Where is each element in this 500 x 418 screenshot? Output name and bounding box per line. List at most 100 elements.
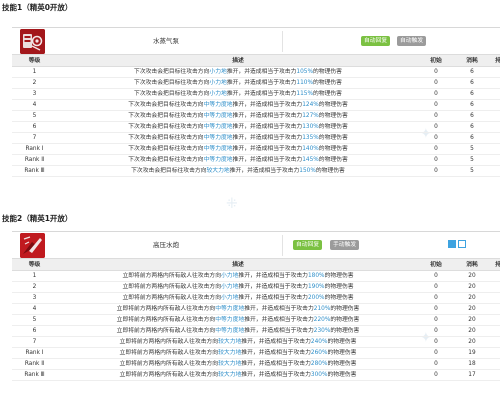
auto-trigger-tag: 自动触发 [397,36,427,46]
description-cell: 立即将前方两格内所有敌人往攻击方向中等力度地推开，并造成相当于攻击力210%的物… [62,304,414,315]
level-cell: 1 [32,273,37,279]
initial-cell: 0 [434,328,438,334]
level-cell: 4 [32,102,37,108]
damage-percent-text: 190% [307,284,325,290]
table-row: Rank Ⅲ 下次攻击会把目标往攻击方向较大力地推开，并造成相当于攻击力150%的… [12,166,500,177]
initial-cell: 0 [434,113,438,119]
cost-cell: 18 [468,361,476,367]
description-cell: 下次攻击会把目标往攻击方向小力地推开，并造成相当于攻击力110%的物理伤害 [62,78,414,89]
watermark-ornament: ⁜ [226,196,238,212]
damage-percent-text: 127% [302,113,319,119]
charge-filled-icon [448,240,456,248]
description-cell: 立即将前方两格内所有敌人往攻击方向中等力度地推开，并造成相当于攻击力230%的物… [62,326,414,337]
initial-cell: 0 [434,146,438,152]
cost-cell: 20 [468,295,476,301]
desc-suffix: 的物理伤害 [318,124,348,130]
desc-prefix: 立即将前方两格内所有敌人往攻击方向 [119,350,219,356]
level-cell: Rank Ⅰ [25,146,44,152]
level-cell: 5 [32,113,37,119]
push-force-text: 中等力度地 [215,328,245,334]
desc-suffix: 的物理伤害 [312,91,342,97]
push-force-text: 小力地 [221,284,239,290]
description-cell: 立即将前方两格内所有敌人往攻击方向小力地推开，并造成相当于攻击力200%的物理伤… [62,293,414,304]
initial-cell: 0 [434,102,438,108]
level-cell: 7 [32,339,37,345]
initial-cell: 0 [434,306,438,312]
push-force-text: 小力地 [209,91,227,97]
skill2-name: 高压水炮 [153,241,179,249]
push-force-text: 中等力度地 [203,124,233,130]
table-row: 6 下次攻击会把目标往攻击方向中等力度地推开，并造成相当于攻击力130%的物理伤害… [12,122,500,133]
divider [282,31,283,52]
desc-middle: 推开，并造成相当于攻击力 [244,328,314,334]
push-force-text: 小力地 [221,273,239,279]
desc-prefix: 下次攻击会把目标往攻击方向 [128,135,204,141]
description-cell: 下次攻击会把目标往攻击方向中等力度地推开，并造成相当于攻击力124%的物理伤害 [62,100,414,111]
desc-middle: 推开，并造成相当于攻击力 [241,372,311,378]
level-cell: Rank Ⅱ [24,157,45,163]
skill1-table: 水蒸气泵 自动回复 自动触发 等级 描述 初始 消耗 持续 1 下次攻击会把目标往… [12,27,500,177]
cost-cell: 20 [468,273,476,279]
table-row: 7 立即将前方两格内所有敌人往攻击方向较大力地推开，并造成相当于攻击力240%的物… [12,337,500,348]
desc-prefix: 立即将前方两格内所有敌人往攻击方向 [119,339,219,345]
cost-cell: 6 [470,91,474,97]
skill1-rows: 1 下次攻击会把目标往攻击方向小力地推开，并造成相当于攻击力105%的物理伤害 0 6… [12,67,500,177]
col-description-header: 描述 [232,262,244,268]
charge-empty-icon [458,240,466,248]
description-cell: 下次攻击会把目标往攻击方向中等力度地推开，并造成相当于攻击力130%的物理伤害 [62,122,414,133]
table-row: Rank Ⅱ 立即将前方两格内所有敌人往攻击方向较大力地推开，并造成相当于攻击力2… [12,359,500,370]
desc-middle: 推开，并造成相当于攻击力 [241,361,311,367]
description-cell: 立即将前方两格内所有敌人往攻击方向小力地推开，并造成相当于攻击力190%的物理伤… [62,282,414,293]
desc-middle: 推开，并造成相当于攻击力 [241,339,311,345]
desc-middle: 推开，并造成相当于攻击力 [238,273,308,279]
table-row: Rank Ⅱ 下次攻击会把目标往攻击方向中等力度地推开，并造成相当于攻击力145%… [12,155,500,166]
desc-prefix: 立即将前方两格内所有敌人往攻击方向 [119,372,219,378]
auto-recovery-tag: 自动回复 [293,240,323,250]
level-cell: 6 [32,328,37,334]
desc-prefix: 下次攻击会把目标往攻击方向 [134,80,210,86]
skill2-table: 高压水炮 自动回复 手动触发 等级 描述 初始 消耗 持续 1 立即将前方两格内所… [12,231,500,381]
damage-percent-text: 180% [307,273,325,279]
cost-cell: 5 [470,157,474,163]
push-force-text: 中等力度地 [215,306,245,312]
cost-cell: 20 [468,339,476,345]
description-cell: 下次攻击会把目标往攻击方向中等力度地推开，并造成相当于攻击力127%的物理伤害 [62,111,414,122]
description-cell: 立即将前方两格内所有敌人往攻击方向小力地推开，并造成相当于攻击力180%的物理伤… [62,271,414,282]
desc-middle: 推开，并造成相当于攻击力 [226,91,297,97]
cost-cell: 17 [468,372,476,378]
desc-suffix: 的物理伤害 [324,284,354,290]
push-force-text: 中等力度地 [203,146,233,152]
cost-cell: 20 [468,284,476,290]
level-cell: 6 [32,124,37,130]
skill2-header: 高压水炮 自动回复 手动触发 [12,232,500,259]
table-row: 4 下次攻击会把目标往攻击方向中等力度地推开，并造成相当于攻击力124%的物理伤害… [12,100,500,111]
desc-prefix: 立即将前方两格内所有敌人往攻击方向 [116,306,216,312]
table-row: 1 下次攻击会把目标往攻击方向小力地推开，并造成相当于攻击力105%的物理伤害 0 6 [12,67,500,78]
damage-percent-text: 210% [313,306,331,312]
push-force-text: 较大力地 [218,339,242,345]
desc-middle: 推开，并造成相当于攻击力 [232,135,303,141]
desc-suffix: 的物理伤害 [312,69,342,75]
skill1-section-title: 技能1（精英0开放） [2,3,73,12]
desc-suffix: 的物理伤害 [330,317,360,323]
push-force-text: 较大力地 [218,350,242,356]
desc-prefix: 下次攻击会把目标往攻击方向 [128,124,204,130]
desc-suffix: 的物理伤害 [318,102,348,108]
initial-cell: 0 [434,273,438,279]
desc-suffix: 的物理伤害 [327,361,357,367]
description-cell: 下次攻击会把目标往攻击方向较大力地推开，并造成相当于攻击力150%的物理伤害 [62,166,414,177]
col-cost-header: 消耗 [466,58,478,64]
table-row: 3 立即将前方两格内所有敌人往攻击方向小力地推开，并造成相当于攻击力200%的物理… [12,293,500,304]
table-row: 6 立即将前方两格内所有敌人往攻击方向中等力度地推开，并造成相当于攻击力230%的… [12,326,500,337]
cost-cell: 6 [470,80,474,86]
table-row: 4 立即将前方两格内所有敌人往攻击方向中等力度地推开，并造成相当于攻击力210%的… [12,304,500,315]
table-row: 5 下次攻击会把目标往攻击方向中等力度地推开，并造成相当于攻击力127%的物理伤害… [12,111,500,122]
desc-prefix: 立即将前方两格内所有敌人往攻击方向 [116,328,216,334]
table-row: 7 下次攻击会把目标往攻击方向中等力度地推开，并造成相当于攻击力135%的物理伤害… [12,133,500,144]
cost-cell: 6 [470,113,474,119]
divider [282,235,283,256]
col-initial-header: 初始 [430,262,442,268]
initial-cell: 0 [434,91,438,97]
desc-prefix: 下次攻击会把目标往攻击方向 [128,102,204,108]
level-cell: Rank Ⅰ [25,350,44,356]
